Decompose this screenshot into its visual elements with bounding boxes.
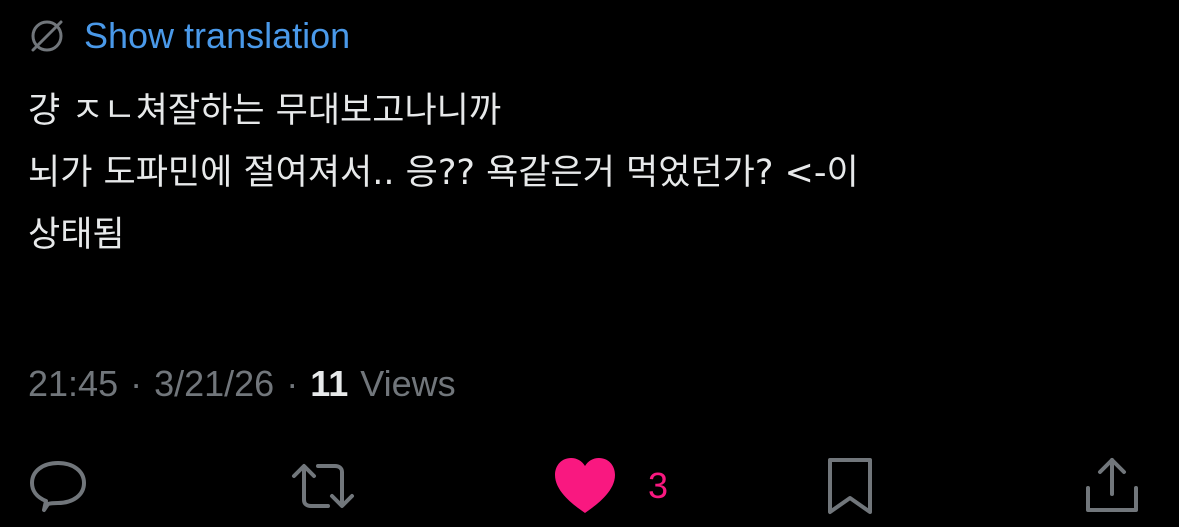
reply-button[interactable] [26, 450, 90, 522]
globe-slash-icon [31, 20, 63, 52]
bookmark-icon [828, 458, 872, 514]
heart-filled-icon [555, 458, 615, 513]
meta-separator: · [286, 363, 299, 404]
show-translation-link[interactable]: Show translation [84, 14, 350, 58]
views-label[interactable]: Views [360, 363, 455, 405]
views-count[interactable]: 11 [310, 363, 348, 405]
tweet-date[interactable]: 3/21/26 [154, 363, 274, 405]
like-button[interactable]: 3 [552, 450, 668, 522]
retweet-icon [292, 464, 354, 508]
tweet-meta: 21:45 · 3/21/26 · 11 Views [28, 360, 456, 408]
share-icon [1086, 458, 1138, 512]
meta-separator: · [130, 363, 143, 404]
share-button[interactable] [1082, 450, 1142, 522]
translation-row: Show translation [28, 14, 350, 58]
like-count: 3 [648, 465, 669, 506]
bookmark-button[interactable] [822, 450, 878, 522]
retweet-button[interactable] [288, 450, 358, 522]
tweet-text: 걍 ㅈㄴ쳐잘하는 무대보고나니까 뇌가 도파민에 절여져서.. 응?? 욕같은거… [28, 91, 859, 255]
action-bar: 3 [0, 450, 1179, 522]
tweet-time[interactable]: 21:45 [28, 363, 118, 405]
reply-icon [30, 461, 86, 512]
